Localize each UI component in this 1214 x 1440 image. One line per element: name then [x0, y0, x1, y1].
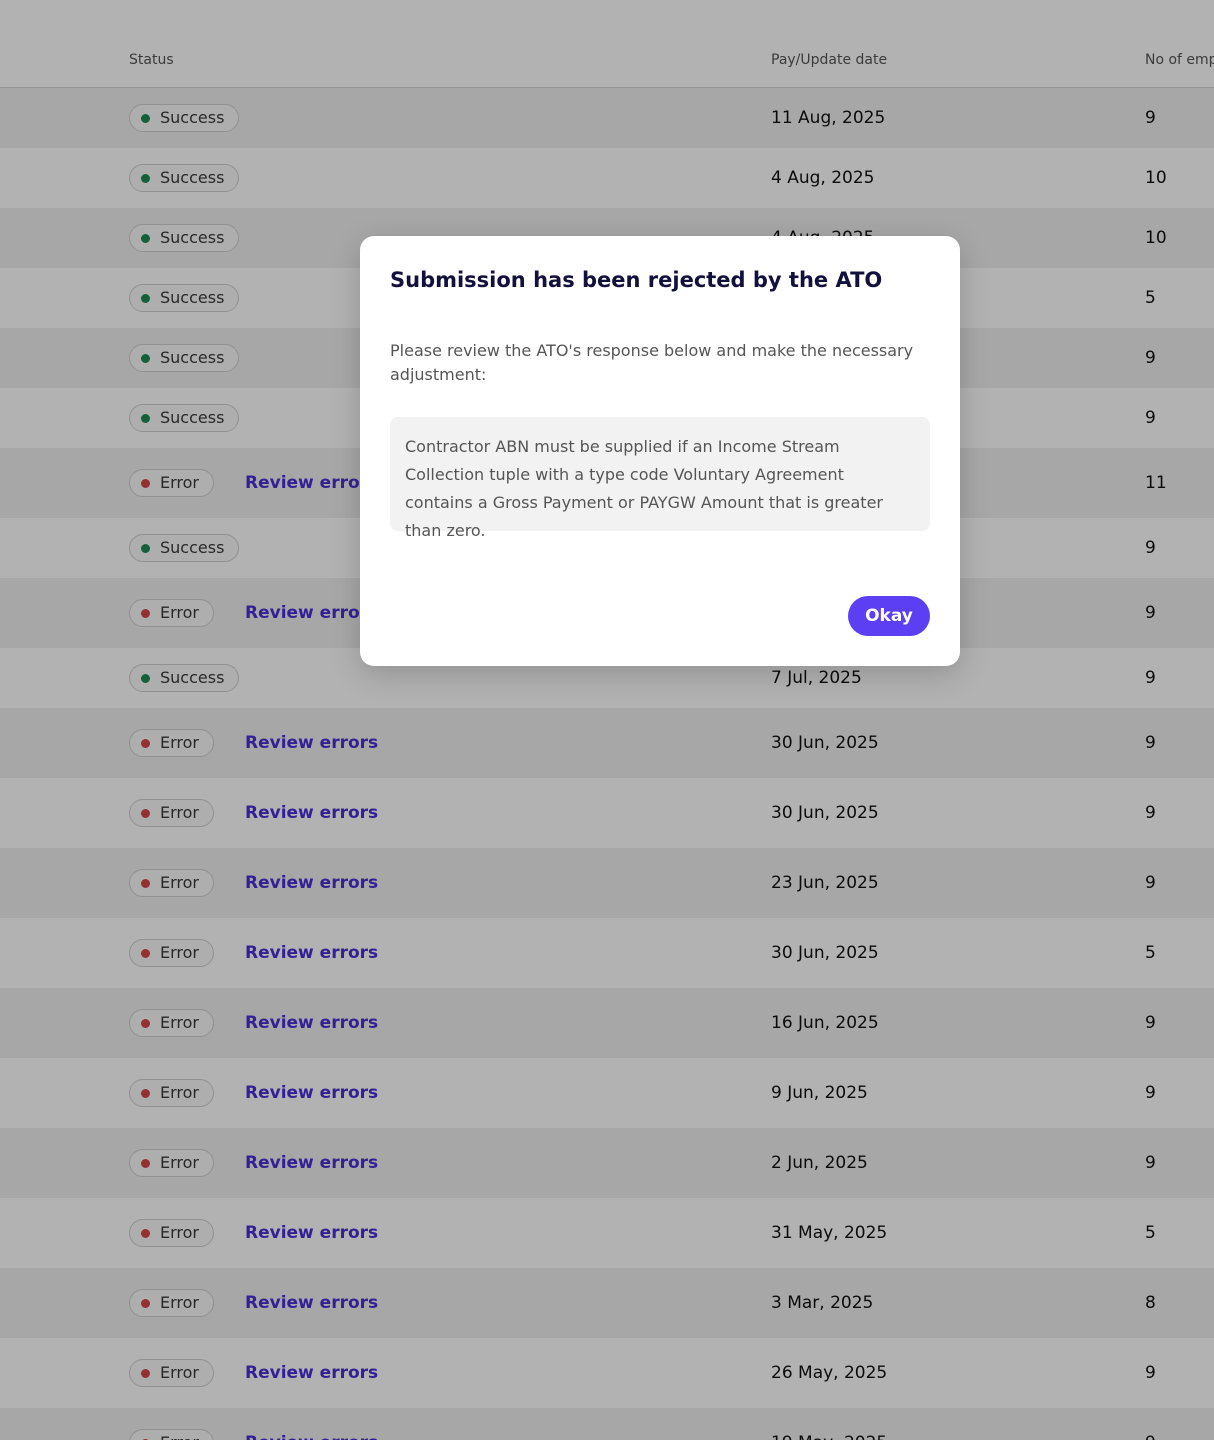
dialog-title: Submission has been rejected by the ATO	[390, 268, 883, 292]
rejection-dialog: Submission has been rejected by the ATO …	[360, 236, 960, 666]
okay-button[interactable]: Okay	[848, 596, 930, 636]
modal-backdrop[interactable]	[0, 0, 1214, 1440]
dialog-description: Please review the ATO's response below a…	[390, 341, 914, 384]
ato-response-message: Contractor ABN must be supplied if an In…	[390, 417, 930, 540]
